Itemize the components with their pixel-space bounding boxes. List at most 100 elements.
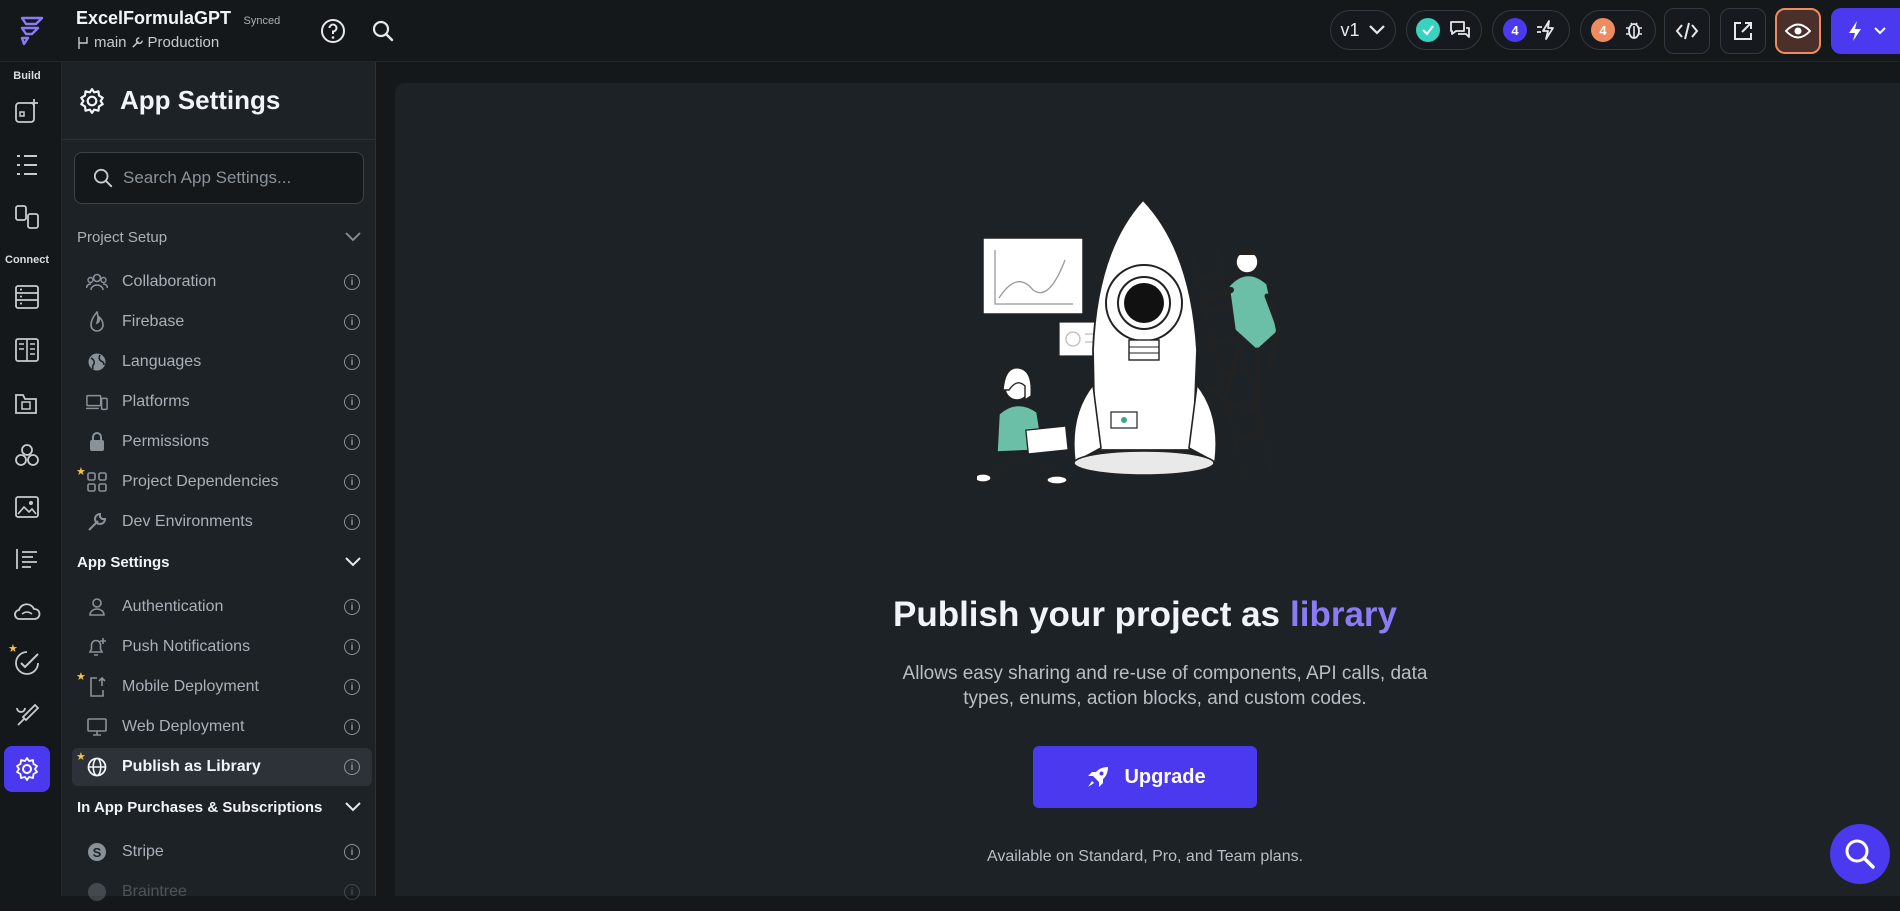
design-system-icon[interactable] [6, 695, 48, 737]
media-assets-icon[interactable] [6, 382, 48, 424]
help-icon[interactable] [318, 16, 348, 46]
project-name[interactable]: ExcelFormulaGPT [76, 8, 231, 28]
people-icon [86, 271, 108, 293]
section-label: Project Setup [77, 228, 168, 246]
wrench-icon [131, 37, 143, 48]
star-icon: ★ [76, 671, 86, 683]
panel-title: App Settings [120, 85, 281, 115]
eye-icon [1785, 23, 1811, 39]
item-label: Languages [122, 353, 202, 370]
search-icon[interactable] [368, 16, 398, 46]
settings-item-collaboration[interactable]: Collaboration i [72, 263, 372, 301]
rocket-team-illustration [977, 200, 1282, 485]
cloud-icon[interactable] [6, 590, 48, 632]
add-page-icon[interactable] [6, 90, 48, 132]
search-input[interactable] [123, 168, 353, 188]
widget-tree-icon[interactable] [6, 144, 48, 186]
settings-item-web-deployment[interactable]: Web Deployment i [72, 708, 372, 746]
star-icon: ★ [76, 751, 86, 763]
flutterflow-logo[interactable] [10, 10, 52, 52]
run-button[interactable] [1831, 8, 1900, 54]
project-info: ExcelFormulaGPT Synced main Production [76, 8, 280, 51]
chevron-down-icon [1874, 27, 1886, 35]
section-label: In App Purchases & Subscriptions [77, 798, 323, 816]
status-comments-pill[interactable] [1406, 10, 1482, 50]
branch-icon [78, 36, 88, 49]
info-icon[interactable]: i [344, 474, 360, 490]
flame-icon [86, 311, 108, 333]
version-selector[interactable]: v1 [1330, 10, 1396, 50]
main-content: Publish your project as library Allows ea… [395, 83, 1900, 896]
settings-item-braintree[interactable]: Braintree i [72, 873, 372, 911]
section-app-settings[interactable]: App Settings [62, 544, 376, 580]
search-icon [1845, 839, 1875, 869]
help-search-button[interactable] [1830, 824, 1890, 884]
settings-item-firebase[interactable]: Firebase i [72, 303, 372, 341]
settings-search[interactable] [74, 152, 364, 204]
monitor-icon [86, 716, 108, 738]
info-icon[interactable]: i [344, 639, 360, 655]
app-state-icon[interactable] [6, 329, 48, 371]
item-label: Braintree [122, 883, 187, 900]
database-icon[interactable] [6, 276, 48, 318]
item-label: Publish as Library [122, 758, 261, 775]
info-icon[interactable]: i [344, 884, 360, 900]
branch-name: main [94, 34, 127, 51]
settings-item-dev-environments[interactable]: Dev Environments i [72, 503, 372, 541]
info-icon[interactable]: i [344, 719, 360, 735]
item-label: Firebase [122, 313, 185, 330]
version-label: v1 [1340, 19, 1360, 40]
issues-pill[interactable]: 4 [1580, 10, 1656, 50]
section-in-app-purchases[interactable]: In App Purchases & Subscriptions [62, 789, 376, 825]
settings-item-push-notifications[interactable]: Push Notifications i [72, 628, 372, 666]
info-icon[interactable]: i [344, 274, 360, 290]
bell-plus-icon [86, 636, 108, 658]
info-icon[interactable]: i [344, 514, 360, 530]
settings-panel: App Settings Project Setup Collaboration… [62, 62, 376, 901]
info-icon[interactable]: i [344, 314, 360, 330]
info-icon[interactable]: i [344, 434, 360, 450]
logs-icon[interactable] [6, 538, 48, 580]
upgrade-label: Upgrade [1124, 765, 1206, 788]
settings-item-permissions[interactable]: Permissions i [72, 423, 372, 461]
settings-item-languages[interactable]: Languages i [72, 343, 372, 381]
settings-item-platforms[interactable]: Platforms i [72, 383, 372, 421]
image-icon[interactable] [6, 486, 48, 528]
upgrade-button[interactable]: Upgrade [1033, 746, 1257, 808]
settings-item-publish-as-library[interactable]: ★ Publish as Library i [72, 748, 372, 786]
storyboard-icon[interactable] [6, 196, 48, 238]
settings-icon[interactable] [4, 746, 50, 792]
info-icon[interactable]: i [344, 759, 360, 775]
testing-icon[interactable] [6, 642, 48, 684]
hero-title-accent: library [1290, 595, 1398, 634]
section-project-setup[interactable]: Project Setup [62, 219, 376, 255]
actions-count-badge: 4 [1503, 18, 1527, 42]
info-icon[interactable]: i [344, 599, 360, 615]
info-icon[interactable]: i [344, 354, 360, 370]
lightning-icon [1849, 21, 1861, 41]
top-bar: ExcelFormulaGPT Synced main Production v… [0, 0, 1900, 62]
item-label: Collaboration [122, 273, 217, 290]
code-view-button[interactable] [1664, 8, 1710, 54]
item-label: Stripe [122, 843, 164, 860]
item-label: Project Dependencies [122, 473, 279, 490]
settings-item-project-dependencies[interactable]: ★ Project Dependencies i [72, 463, 372, 501]
actions-pill[interactable]: 4 [1492, 10, 1570, 50]
info-icon[interactable]: i [344, 394, 360, 410]
theme-icon[interactable] [6, 434, 48, 476]
preview-button[interactable] [1775, 8, 1821, 54]
settings-item-stripe[interactable]: S Stripe i [72, 833, 372, 871]
item-label: Platforms [122, 393, 190, 410]
globe-icon [86, 351, 108, 373]
devices-icon [86, 391, 108, 413]
stripe-icon: S [86, 841, 108, 863]
info-icon[interactable]: i [344, 679, 360, 695]
star-icon: ★ [76, 466, 86, 478]
branch-info[interactable]: main Production [76, 34, 280, 51]
open-external-button[interactable] [1720, 8, 1766, 54]
settings-item-authentication[interactable]: Authentication i [72, 588, 372, 626]
bug-icon [1626, 22, 1642, 39]
info-icon[interactable]: i [344, 844, 360, 860]
globe-icon [86, 756, 108, 778]
settings-item-mobile-deployment[interactable]: ★ Mobile Deployment i [72, 668, 372, 706]
